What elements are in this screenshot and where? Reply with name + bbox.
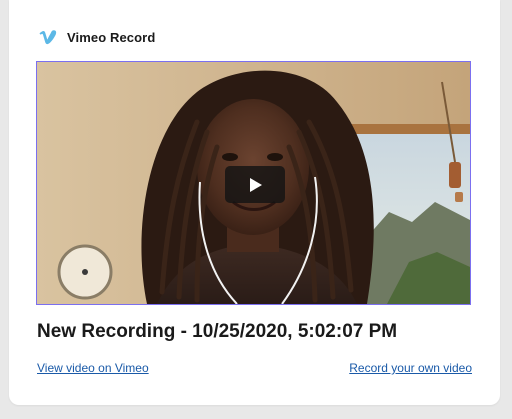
record-own-video-link[interactable]: Record your own video <box>349 361 472 375</box>
recording-title: New Recording - 10/25/2020, 5:02:07 PM <box>37 321 398 342</box>
vimeo-logo-icon <box>38 27 58 47</box>
brand-name: Vimeo Record <box>67 29 156 45</box>
play-button[interactable] <box>225 166 285 203</box>
view-on-vimeo-link[interactable]: View video on Vimeo <box>37 361 149 375</box>
brand-header: Vimeo Record <box>38 26 155 48</box>
recording-card: Vimeo Record New Recording - 10/25/2020,… <box>9 0 500 405</box>
play-icon <box>246 176 264 194</box>
video-thumbnail[interactable] <box>36 61 471 305</box>
